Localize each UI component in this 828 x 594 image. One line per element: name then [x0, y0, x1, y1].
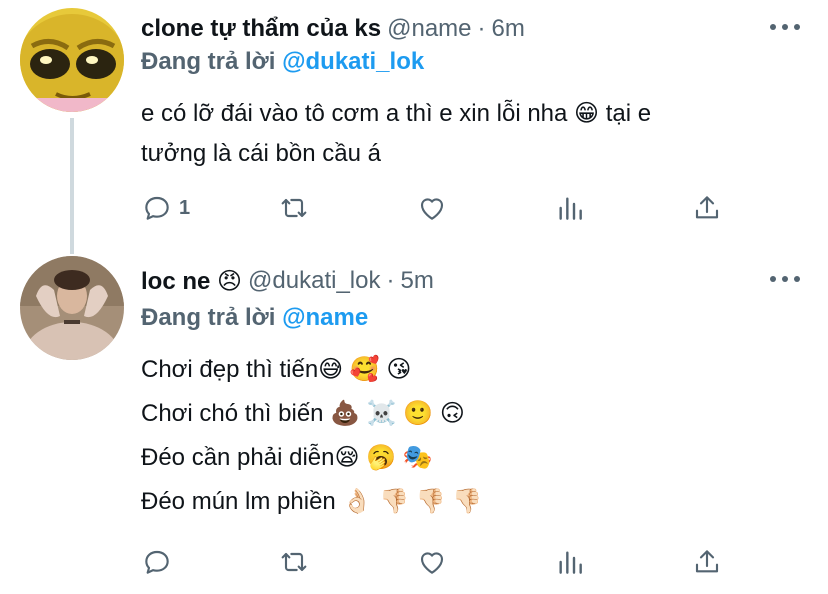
replying-prefix: Đang trả lời — [141, 48, 276, 75]
tweet-text: e có lỡ đái vào tô cơm a thì e xin lỗi n… — [141, 94, 781, 174]
tweet-text-line: Chơi đẹp thì tiến😅 🥰 😘 — [141, 356, 412, 383]
timestamp[interactable]: 6m — [492, 15, 525, 43]
timestamp[interactable]: 5m — [400, 267, 433, 295]
user-handle[interactable]: @dukati_lok — [248, 267, 380, 295]
separator-dot: · — [477, 15, 486, 42]
tweet-text-line: e có lỡ đái vào tô cơm a thì e xin lỗi n… — [141, 100, 652, 127]
cartoon-face-avatar-icon — [20, 8, 124, 112]
action-bar: 1 — [141, 192, 741, 224]
separator-dot: · — [386, 267, 395, 294]
share-button[interactable] — [691, 192, 723, 224]
thread-connector-line — [70, 118, 74, 254]
reply-bubble-icon — [145, 550, 169, 574]
retweet-icon — [281, 552, 307, 572]
tweet-header: loc ne 😠 @dukati_lok · 5m — [141, 264, 768, 298]
retweet-icon — [281, 198, 307, 218]
share-button[interactable] — [691, 546, 723, 578]
tweet-text: Chơi đẹp thì tiến😅 🥰 😘 Chơi chó thì biến… — [141, 348, 781, 524]
avatar-cartoon-face[interactable] — [20, 8, 124, 112]
replying-prefix: Đang trả lời — [141, 304, 276, 331]
retweet-button[interactable] — [278, 192, 310, 224]
reply-bubble-icon — [145, 196, 169, 220]
more-dots-icon[interactable] — [770, 22, 800, 32]
tweet-text-line: tưởng là cái bồn cầu á — [141, 140, 381, 167]
tweet-text-line: Đéo mún lm phiền 👌🏻 👎🏻 👎🏻 👎🏻 — [141, 488, 482, 515]
replying-mention-link[interactable]: @dukati_lok — [282, 48, 424, 75]
stats-button[interactable] — [554, 546, 586, 578]
replying-to: Đang trả lời @name — [141, 304, 368, 332]
share-upload-icon — [695, 196, 719, 219]
tweet-text-line: Đéo cần phải diễn😪 🥱 🎭 — [141, 444, 433, 471]
heart-icon — [420, 198, 444, 220]
heart-icon — [420, 552, 444, 574]
tweet-2[interactable]: loc ne 😠 @dukati_lok · 5m Đang trả lời @… — [0, 248, 828, 594]
stats-button[interactable] — [554, 192, 586, 224]
replying-to: Đang trả lời @dukati_lok — [141, 48, 424, 76]
person-photo-avatar-icon — [20, 256, 124, 360]
like-button[interactable] — [416, 546, 448, 578]
tweet-1[interactable]: clone tự thẩm của ks @name · 6m Đang trả… — [0, 0, 828, 254]
retweet-button[interactable] — [278, 546, 310, 578]
stats-bar-icon — [559, 551, 582, 574]
more-dots-icon[interactable] — [770, 274, 800, 284]
reply-button[interactable] — [141, 546, 179, 578]
action-bar — [141, 546, 741, 578]
share-upload-icon — [695, 550, 719, 573]
like-button[interactable] — [416, 192, 448, 224]
tweet-text-line: Chơi chó thì biến 💩 ☠️ 🙂 🙃 — [141, 400, 465, 427]
avatar-person-photo[interactable] — [20, 256, 124, 360]
replying-mention-link[interactable]: @name — [282, 304, 368, 331]
reply-button[interactable]: 1 — [141, 192, 190, 224]
user-handle[interactable]: @name — [387, 15, 471, 43]
display-name[interactable]: loc ne 😠 — [141, 267, 242, 296]
reply-count: 1 — [179, 196, 191, 219]
display-name[interactable]: clone tự thẩm của ks — [141, 15, 381, 43]
tweet-header: clone tự thẩm của ks @name · 6m — [141, 12, 768, 46]
stats-bar-icon — [559, 197, 582, 220]
